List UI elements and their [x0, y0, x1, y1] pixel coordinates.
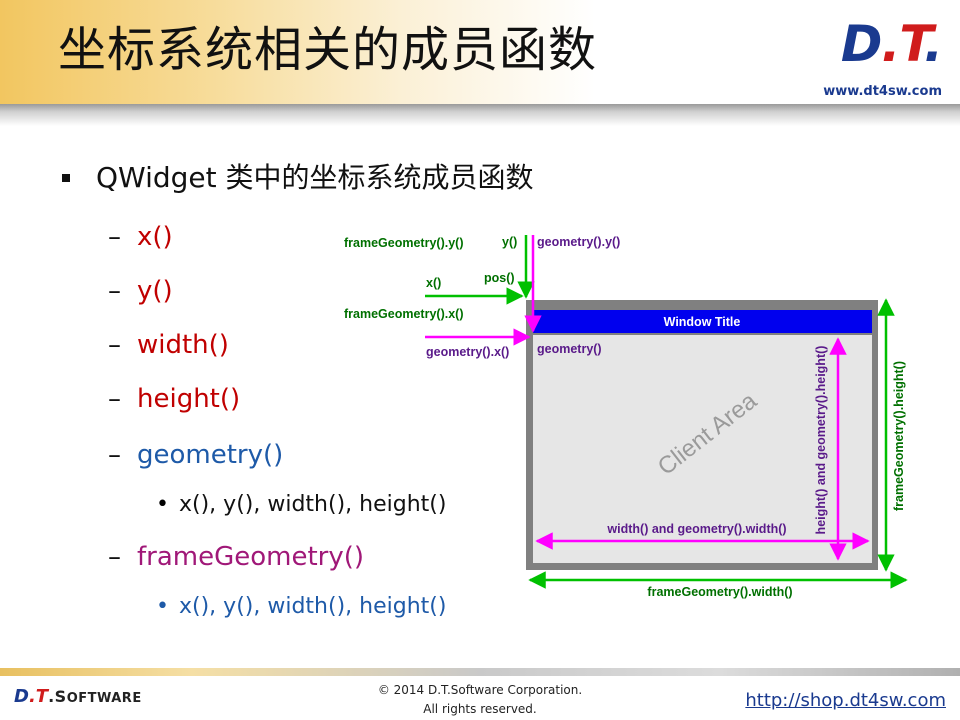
label-frame-height: frameGeometry().height(): [892, 361, 906, 511]
footer-bar: [0, 668, 960, 676]
label-frame-geometry-y: frameGeometry().y(): [344, 236, 463, 250]
label-height: height() and geometry().height(): [814, 346, 828, 535]
label-y: y(): [502, 235, 517, 249]
geometry-diagram: frameGeometry().y() y() geometry().y() x…: [344, 235, 908, 599]
label-frame-width: frameGeometry().width(): [647, 585, 792, 599]
label-x: x(): [426, 276, 441, 290]
label-width: width() and geometry().width(): [606, 522, 786, 536]
label-geometry-x: geometry().x(): [426, 345, 509, 359]
label-geometry-y: geometry().y(): [537, 235, 620, 249]
label-geometry: geometry(): [537, 342, 602, 356]
label-frame-geometry-x: frameGeometry().x(): [344, 307, 463, 321]
shop-link[interactable]: http://shop.dt4sw.com: [745, 690, 946, 711]
label-pos: pos(): [484, 271, 515, 285]
label-window-title: Window Title: [664, 315, 741, 329]
